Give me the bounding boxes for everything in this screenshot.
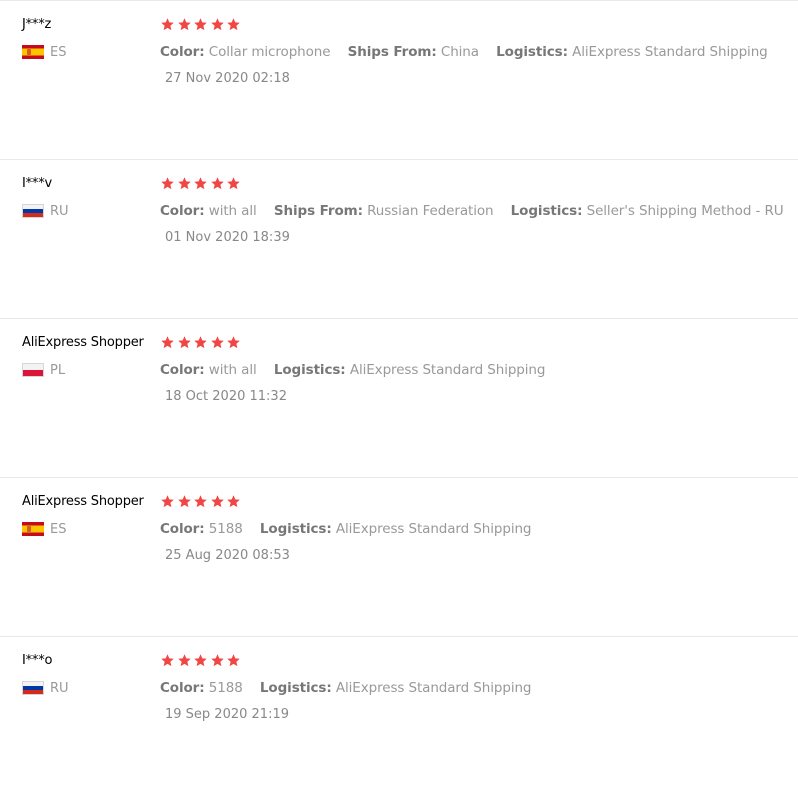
review-details: Color: 5188 Logistics: AliExpress Standa… [160,521,544,537]
star-icon [160,17,177,33]
star-icon [226,335,243,351]
star-icon [160,335,177,351]
star-rating [160,176,243,192]
review-item: AliExpress Shopper ES Color: 5188 Logist… [0,477,798,636]
spain-flag-icon [22,522,44,536]
buyer-country: ES [22,44,66,60]
review-details: Color: with all Ships From: Russian Fede… [160,203,797,219]
buyer-name: I***o [22,653,53,668]
buyer-name: J***z [22,17,52,32]
buyer-name: I***v [22,176,53,191]
review-details: Color: Collar microphone Ships From: Chi… [160,44,781,60]
review-item: I***v RU Color: with all Ships From: Rus… [0,159,798,318]
buyer-country: PL [22,362,65,378]
review-details: Color: with all Logistics: AliExpress St… [160,362,558,378]
star-icon [193,17,210,33]
buyer-name: AliExpress Shopper [22,494,144,509]
detail-logistics: Logistics: AliExpress Standard Shipping [496,44,768,60]
star-icon [193,335,210,351]
detail-color: Color: with all [160,362,257,378]
star-icon [210,176,227,192]
russia-flag-icon [22,204,44,218]
star-icon [177,176,194,192]
star-icon [160,176,177,192]
star-icon [193,176,210,192]
review-date: 19 Sep 2020 21:19 [165,707,289,722]
country-code: RU [50,203,69,219]
star-icon [193,494,210,510]
detail-color: Color: 5188 [160,680,243,696]
detail-color: Color: 5188 [160,521,243,537]
review-details: Color: 5188 Logistics: AliExpress Standa… [160,680,544,696]
country-code: PL [50,362,66,378]
country-code: ES [50,44,67,60]
star-icon [226,17,243,33]
star-icon [226,494,243,510]
detail-logistics: Logistics: Seller's Shipping Method - RU [510,203,784,219]
detail-logistics: Logistics: AliExpress Standard Shipping [259,680,532,696]
star-icon [177,335,194,351]
poland-flag-icon [22,363,44,377]
star-icon [226,176,243,192]
country-code: RU [50,680,69,696]
spain-flag-icon [22,45,44,59]
detail-color: Color: with all [160,203,257,219]
detail-logistics: Logistics: AliExpress Standard Shipping [273,362,546,378]
detail-ships-from: Ships From: Russian Federation [273,203,494,219]
buyer-country: RU [22,680,69,696]
star-icon [177,17,194,33]
buyer-country: ES [22,521,66,537]
country-code: ES [50,521,67,537]
star-icon [160,653,177,669]
star-rating [160,494,243,510]
russia-flag-icon [22,681,44,695]
star-icon [193,653,210,669]
review-item: J***z ES Color: Collar microphone Ships … [0,0,798,159]
star-icon [210,494,227,510]
review-item: I***o RU Color: 5188 Logistics: AliExpre… [0,636,798,795]
star-icon [226,653,243,669]
star-icon [210,653,227,669]
star-icon [177,653,194,669]
star-rating [160,653,243,669]
review-date: 18 Oct 2020 11:32 [165,389,287,404]
star-icon [177,494,194,510]
review-item: AliExpress Shopper PL Color: with all Lo… [0,318,798,477]
star-icon [210,335,227,351]
review-date: 27 Nov 2020 02:18 [165,71,290,86]
star-rating [160,335,243,351]
detail-ships-from: Ships From: China [347,44,479,60]
buyer-name: AliExpress Shopper [22,335,144,350]
detail-logistics: Logistics: AliExpress Standard Shipping [259,521,532,537]
star-icon [210,17,227,33]
star-rating [160,17,243,33]
review-date: 01 Nov 2020 18:39 [165,230,290,245]
buyer-country: RU [22,203,69,219]
detail-color: Color: Collar microphone [160,44,331,60]
review-date: 25 Aug 2020 08:53 [165,548,290,563]
star-icon [160,494,177,510]
